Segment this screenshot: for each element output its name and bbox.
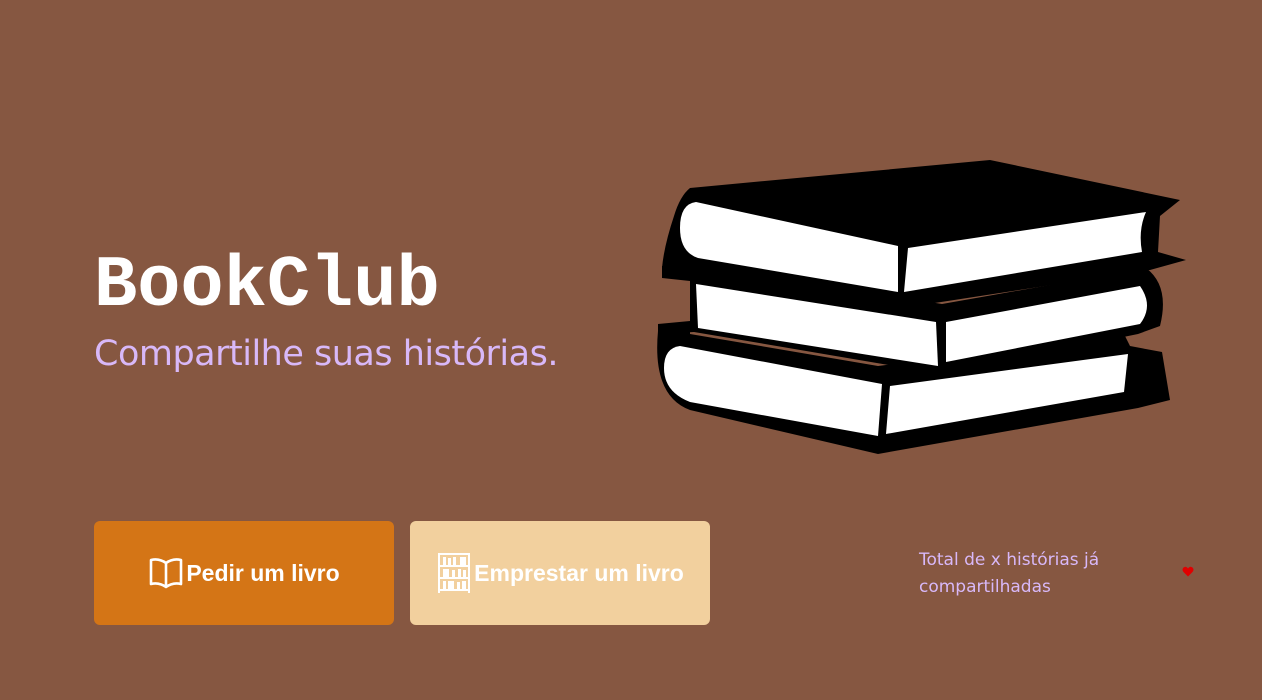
app-title: BookClub (94, 245, 440, 327)
request-book-label: Pedir um livro (186, 559, 340, 586)
open-book-icon (148, 556, 184, 590)
request-book-button[interactable]: Pedir um livro (94, 521, 394, 625)
app-subtitle: Compartilhe suas histórias. (94, 334, 558, 374)
heart-icon (1182, 566, 1194, 577)
lend-book-label: Emprestar um livro (474, 559, 684, 586)
total-stories-text: Total de x histórias já compartilhadas (919, 550, 1100, 597)
bookshelf-icon (436, 552, 472, 594)
stack-of-books-icon (657, 160, 1186, 454)
lend-book-button[interactable]: Emprestar um livro (410, 521, 710, 625)
